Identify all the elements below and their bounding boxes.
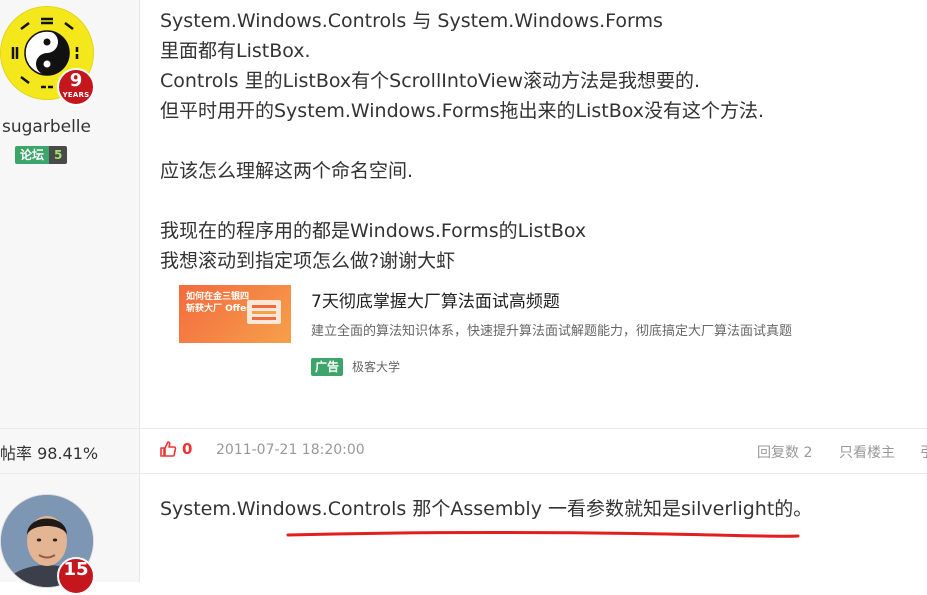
- divider: [0, 473, 927, 474]
- post-line: System.Windows.Controls 与 System.Windows…: [160, 10, 663, 32]
- post-timestamp: 2011-07-21 18:20:00: [216, 442, 365, 458]
- thumbs-up-icon: [160, 441, 177, 457]
- years-number: 15: [63, 559, 89, 580]
- like-button[interactable]: 0: [159, 440, 192, 458]
- years-label: YEARS: [62, 91, 90, 99]
- post-line: [160, 126, 764, 156]
- post-line: 应该怎么理解这两个命名空间.: [160, 160, 414, 182]
- post-line: [160, 186, 764, 216]
- post-line: 里面都有ListBox.: [160, 40, 311, 62]
- years-number: 9: [69, 70, 83, 91]
- post-line: 但平时用开的System.Windows.Forms拖出来的ListBox没有这…: [160, 100, 765, 122]
- post-action-bar: 0 2011-07-21 18:20:00 回复数 2 只看楼主 引: [139, 429, 927, 473]
- ad-description: 建立全面的算法知识体系，快速提升算法面试解题能力，彻底搞定大厂算法面试真题: [311, 324, 793, 339]
- ad-tag: 广告: [311, 358, 344, 376]
- membership-years-badge: 15: [57, 557, 95, 595]
- like-count: 0: [182, 440, 193, 458]
- only-op-link[interactable]: 只看楼主: [839, 442, 895, 462]
- ad-source: 极客大学: [352, 360, 401, 374]
- username[interactable]: sugarbelle: [2, 117, 91, 137]
- closing-rate: 帖率 98.41%: [0, 444, 99, 463]
- quote-link[interactable]: 引: [920, 442, 927, 462]
- ad-image-text: 如何在金三银四: [186, 292, 250, 302]
- post-line: 我想滚动到指定项怎么做?谢谢大虾: [160, 250, 456, 272]
- forum-tag: 论坛: [15, 146, 50, 164]
- reply-body: System.Windows.Controls 那个Assembly 一看参数就…: [160, 498, 813, 520]
- laptop-illustration: [247, 300, 281, 324]
- ad-title[interactable]: 7天彻底掌握大厂算法面试高频题: [311, 287, 560, 312]
- level-number: 5: [49, 146, 68, 164]
- ad-card[interactable]: 如何在金三银四 斩获大厂 Offer？ 7天彻底掌握大厂算法面试高频题 建立全面…: [179, 285, 899, 385]
- forum-level-badge[interactable]: 论坛 5: [15, 146, 68, 164]
- reply-count-link[interactable]: 回复数 2: [757, 442, 812, 462]
- ad-image[interactable]: 如何在金三银四 斩获大厂 Offer？: [179, 285, 291, 343]
- red-underline-annotation: [286, 531, 800, 538]
- post-line: 我现在的程序用的都是Windows.Forms的ListBox: [160, 220, 587, 242]
- membership-years-badge: 9 YEARS: [57, 68, 95, 106]
- post-line: Controls 里的ListBox有个ScrollIntoView滚动方法是我…: [160, 70, 701, 92]
- post-body: System.Windows.Controls 与 System.Windows…: [160, 6, 764, 276]
